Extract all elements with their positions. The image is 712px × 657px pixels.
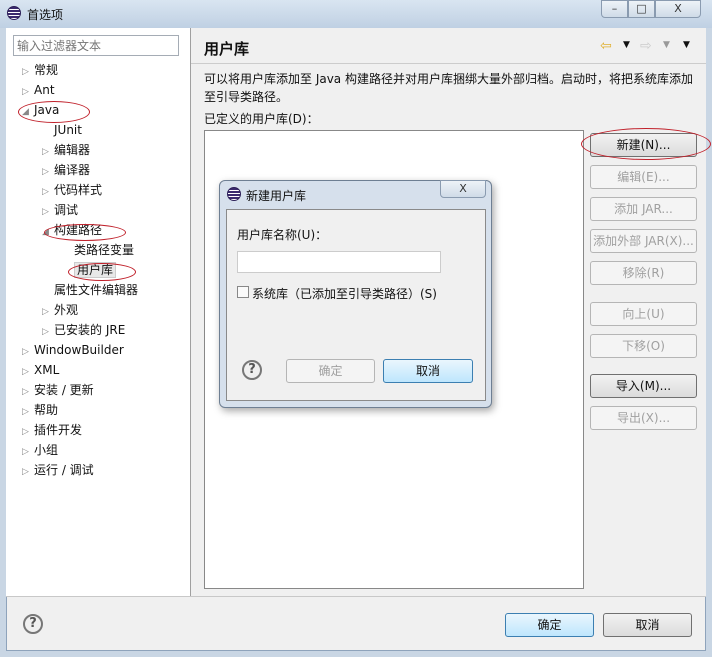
ok-button[interactable]: 确定	[505, 613, 594, 637]
title-separator	[191, 63, 706, 64]
tree-item[interactable]: ▷ 安装 / 更新	[22, 380, 187, 400]
add-external-jar-button[interactable]: 添加外部 JAR(X)...	[590, 229, 697, 253]
tree-item[interactable]: ▷ 常规	[22, 60, 187, 80]
tree-item[interactable]: ▷ 小组	[22, 440, 187, 460]
forward-menu-icon[interactable]: ▼	[663, 40, 670, 50]
expand-arrow-icon[interactable]: ▷	[22, 442, 34, 462]
list-label: 已定义的用户库(D)：	[204, 112, 319, 126]
tree-item-label: 安装 / 更新	[34, 383, 94, 397]
dialog-eclipse-icon	[227, 187, 241, 201]
system-library-label: 系统库（已添加至引导类路径）(S)	[252, 287, 437, 301]
page-description: 可以将用户库添加至 Java 构建路径并对用户库捆绑大量外部归档。启动时，将把系…	[204, 72, 693, 104]
tree-item[interactable]: ▷ 已安装的 JRE	[22, 320, 187, 340]
tree-item[interactable]: 类路径变量	[22, 240, 187, 260]
library-name-input[interactable]	[237, 251, 441, 273]
down-button[interactable]: 下移(O)	[590, 334, 697, 358]
tree-item-label: Ant	[34, 83, 55, 97]
tree-item[interactable]: 属性文件编辑器	[22, 280, 187, 300]
cancel-button[interactable]: 取消	[603, 613, 692, 637]
help-icon[interactable]: ?	[23, 614, 43, 634]
expand-arrow-icon[interactable]: ▷	[22, 462, 34, 482]
annotation-oval-new	[581, 128, 711, 160]
window-title: 首选项	[27, 8, 64, 22]
tree-item-label: 外观	[54, 303, 79, 317]
expand-arrow-icon[interactable]: ▷	[42, 182, 54, 202]
tree-item-label: 代码样式	[54, 183, 103, 197]
export-button[interactable]: 导出(X)...	[590, 406, 697, 430]
tree-item-label: WindowBuilder	[34, 343, 124, 357]
expand-arrow-icon[interactable]: ▷	[22, 422, 34, 442]
footer-separator	[6, 596, 706, 597]
tree-item[interactable]: ▷ 运行 / 调试	[22, 460, 187, 480]
tree-item-label: JUnit	[54, 123, 82, 137]
tree-item[interactable]: ▷ Ant	[22, 80, 187, 100]
minimize-button[interactable]: –	[601, 0, 628, 18]
annotation-oval-build-path	[44, 224, 126, 241]
expand-arrow-icon[interactable]: ▷	[42, 202, 54, 222]
close-button[interactable]: X	[655, 0, 701, 18]
tree-item[interactable]: JUnit	[22, 120, 187, 140]
dialog-title: 新建用户库	[246, 189, 307, 203]
tree-item-label: 属性文件编辑器	[54, 283, 139, 297]
dialog-close-button[interactable]: X	[440, 180, 486, 198]
up-button[interactable]: 向上(U)	[590, 302, 697, 326]
tree-item-label: 调试	[54, 203, 79, 217]
tree-item-label: 编译器	[54, 163, 91, 177]
maximize-button[interactable]: □	[628, 0, 655, 18]
annotation-oval-java	[18, 101, 90, 123]
tree-item[interactable]: ▷ 调试	[22, 200, 187, 220]
forward-arrow-icon[interactable]: ⇨	[640, 38, 652, 54]
expand-arrow-icon[interactable]: ▷	[22, 402, 34, 422]
expand-arrow-icon[interactable]: ▷	[22, 62, 34, 82]
dialog-help-icon[interactable]: ?	[242, 360, 262, 380]
tree-item[interactable]: ▷ 插件开发	[22, 420, 187, 440]
dialog-cancel-button[interactable]: 取消	[383, 359, 473, 383]
library-name-label: 用户库名称(U)：	[237, 228, 328, 242]
dialog-ok-button[interactable]: 确定	[286, 359, 375, 383]
tree-item-label: 小组	[34, 443, 59, 457]
tree-item[interactable]: ▷ 编辑器	[22, 140, 187, 160]
filter-input[interactable]	[13, 35, 179, 56]
tree-item-label: 帮助	[34, 403, 59, 417]
annotation-oval-user-library	[68, 263, 136, 281]
eclipse-icon	[7, 6, 21, 20]
back-menu-icon[interactable]: ▼	[623, 40, 630, 50]
back-arrow-icon[interactable]: ⇦	[600, 38, 612, 54]
tree-item-label: XML	[34, 363, 60, 377]
expand-arrow-icon[interactable]: ▷	[42, 322, 54, 342]
tree-item-label: 类路径变量	[74, 243, 135, 257]
system-library-checkbox[interactable]	[237, 286, 249, 298]
expand-arrow-icon[interactable]: ▷	[22, 82, 34, 102]
tree-item-label: 已安装的 JRE	[54, 323, 126, 337]
tree-item[interactable]: ▷ 代码样式	[22, 180, 187, 200]
tree-item[interactable]: ▷ 帮助	[22, 400, 187, 420]
expand-arrow-icon[interactable]: ▷	[42, 142, 54, 162]
tree-item[interactable]: ▷ 编译器	[22, 160, 187, 180]
expand-arrow-icon[interactable]: ▷	[42, 302, 54, 322]
remove-button[interactable]: 移除(R)	[590, 261, 697, 285]
expand-arrow-icon[interactable]: ▷	[42, 162, 54, 182]
tree-item-label: 运行 / 调试	[34, 463, 94, 477]
tree-item[interactable]: ▷ XML	[22, 360, 187, 380]
expand-arrow-icon[interactable]: ▷	[22, 342, 34, 362]
expand-arrow-icon[interactable]: ▷	[22, 382, 34, 402]
view-menu-icon[interactable]: ▼	[683, 40, 690, 50]
edit-button[interactable]: 编辑(E)...	[590, 165, 697, 189]
add-jar-button[interactable]: 添加 JAR...	[590, 197, 697, 221]
tree-item-label: 编辑器	[54, 143, 91, 157]
expand-arrow-icon[interactable]: ▷	[22, 362, 34, 382]
tree-item-label: 插件开发	[34, 423, 83, 437]
tree-item[interactable]: ▷ WindowBuilder	[22, 340, 187, 360]
tree-item-label: 常规	[34, 63, 59, 77]
import-button[interactable]: 导入(M)...	[590, 374, 697, 398]
tree-item[interactable]: ▷ 外观	[22, 300, 187, 320]
page-title: 用户库	[204, 40, 250, 58]
